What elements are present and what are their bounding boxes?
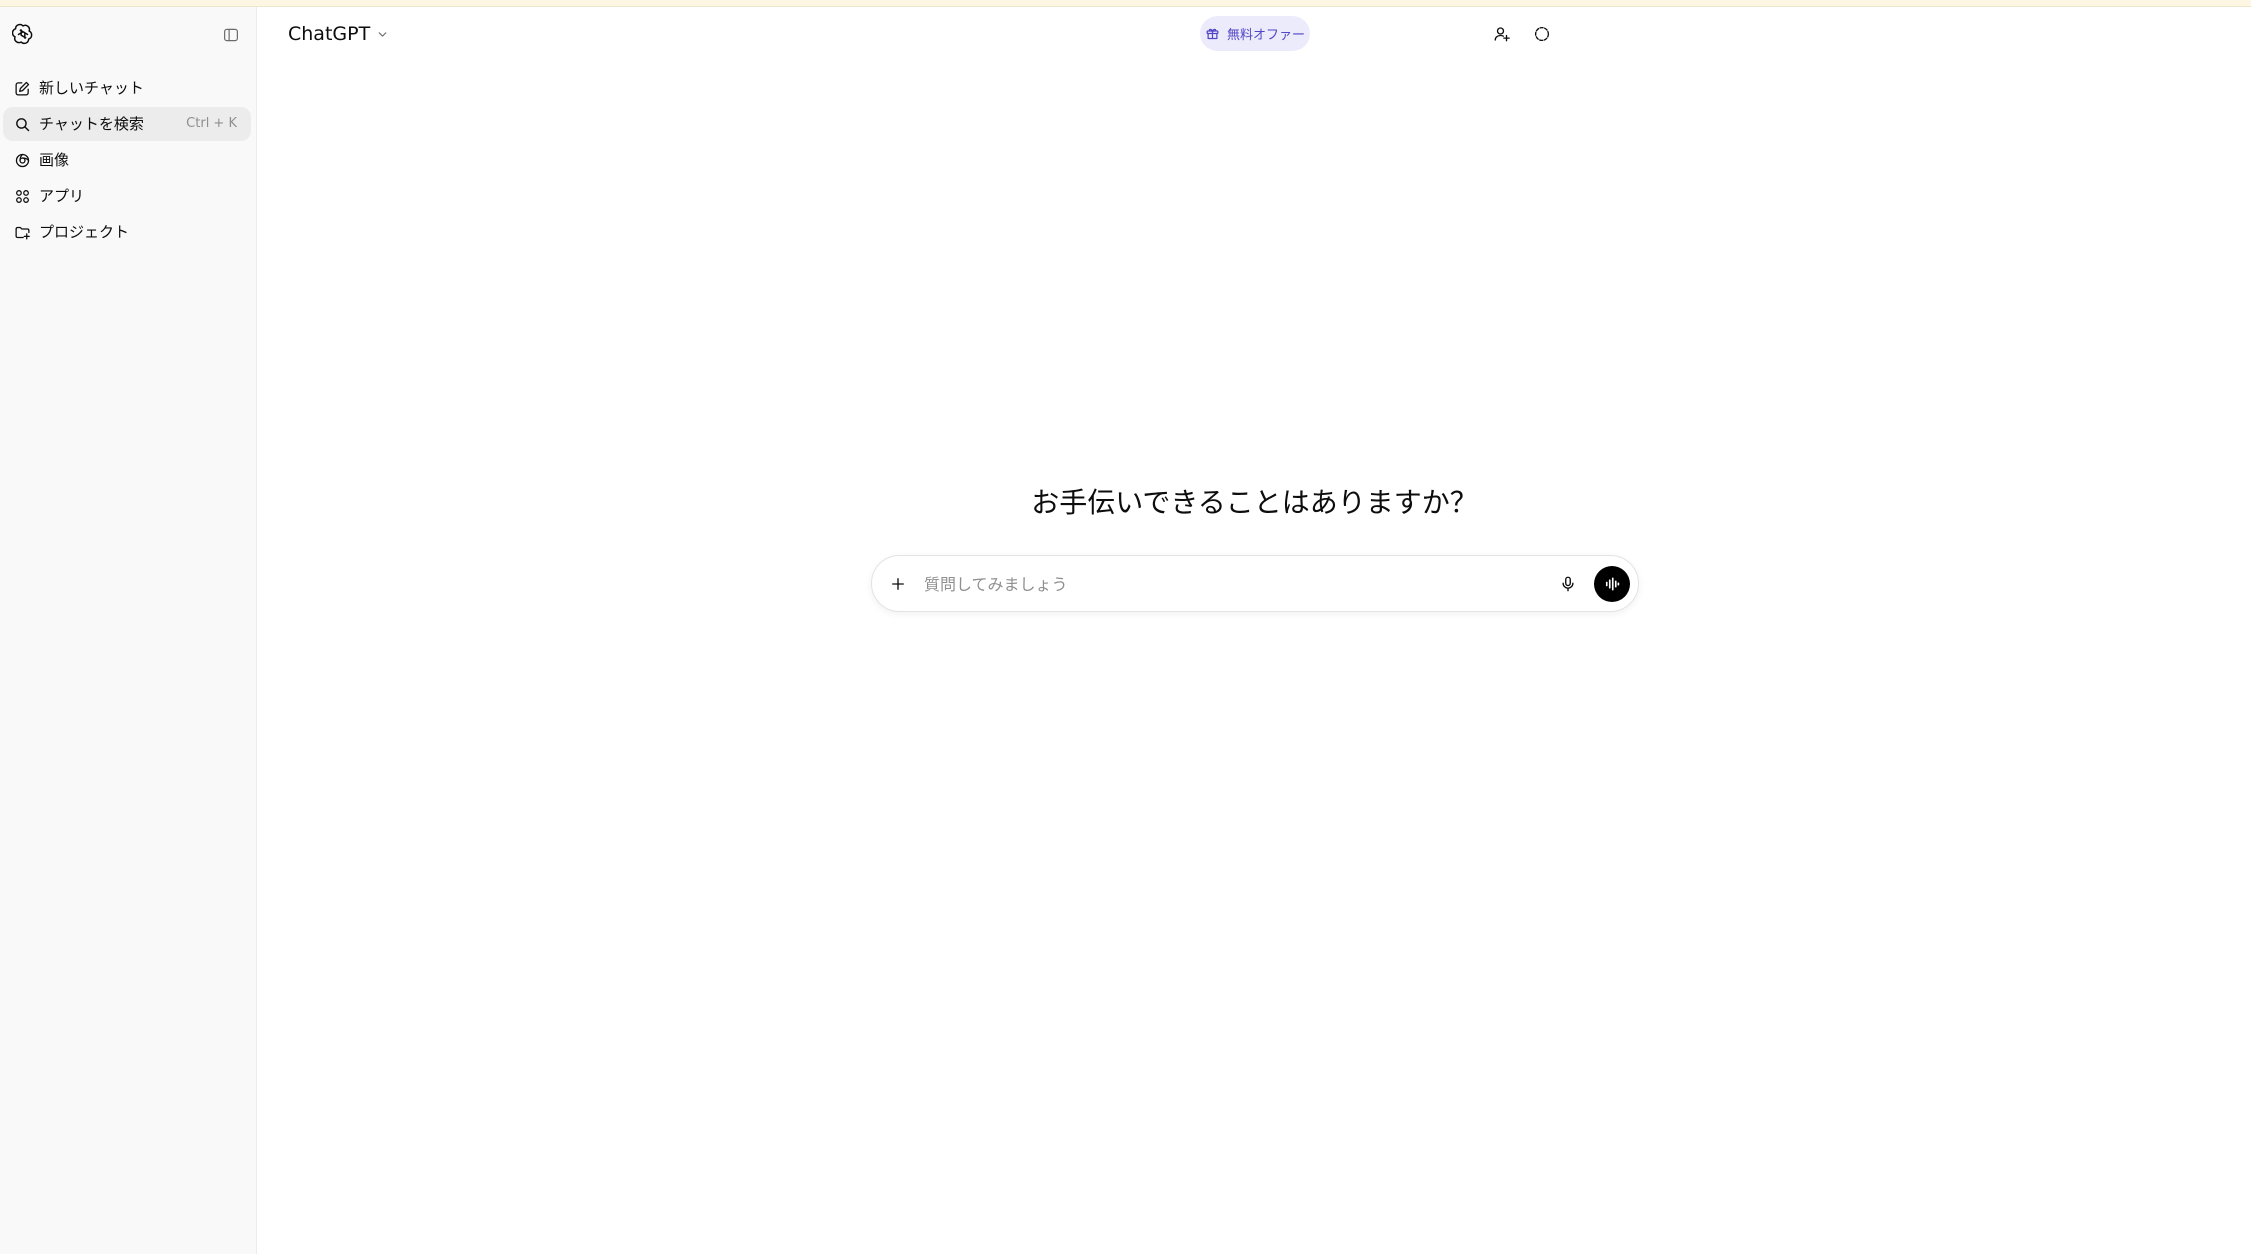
top-notification-strip	[0, 0, 2251, 7]
sidebar-header	[0, 7, 257, 59]
voice-mode-button[interactable]	[1594, 566, 1630, 602]
search-icon	[13, 115, 31, 133]
microphone-icon	[1562, 576, 1574, 592]
sidebar-toggle-icon[interactable]	[220, 24, 242, 46]
plus-icon	[892, 578, 904, 590]
free-offer-button[interactable]: 無料オファー	[1200, 16, 1310, 51]
sidebar-item-label: アプリ	[39, 187, 85, 205]
gift-icon	[1205, 26, 1221, 42]
sidebar-item-label: プロジェクト	[39, 223, 130, 241]
add-person-icon[interactable]	[1491, 23, 1513, 45]
free-offer-label: 無料オファー	[1226, 28, 1305, 43]
prompt-composer	[871, 555, 1639, 612]
sidebar-item-label: 新しいチャット	[39, 79, 144, 97]
folder-icon	[13, 223, 31, 241]
sidebar-item-search-chats[interactable]: チャットを検索 Ctrl + K	[3, 107, 251, 141]
sidebar-item-label: 画像	[39, 151, 70, 169]
image-icon	[13, 151, 31, 169]
temporary-chat-icon[interactable]	[1531, 23, 1553, 45]
sidebar-item-apps[interactable]: アプリ	[3, 179, 251, 213]
apps-icon	[13, 187, 31, 205]
sidebar-nav: 新しいチャット チャットを検索 Ctrl + K 画像 アプリ プロジェクト	[3, 71, 251, 251]
welcome-heading: お手伝いできることはありますか？	[1031, 486, 1478, 519]
waveform-icon	[1605, 577, 1620, 591]
sidebar: 新しいチャット チャットを検索 Ctrl + K 画像 アプリ プロジェクト	[0, 7, 257, 1254]
model-name: ChatGPT	[288, 23, 371, 45]
top-header: ChatGPT 無料オファー	[258, 7, 2251, 59]
openai-logo-icon[interactable]	[11, 22, 35, 46]
prompt-input[interactable]	[924, 570, 1524, 598]
model-selector[interactable]: ChatGPT	[288, 19, 396, 49]
chevron-down-icon	[376, 27, 390, 41]
dictate-button[interactable]	[1556, 572, 1580, 596]
add-attachment-button[interactable]	[886, 572, 910, 596]
sidebar-item-label: チャットを検索	[39, 115, 144, 133]
edit-icon	[13, 79, 31, 97]
sidebar-item-new-chat[interactable]: 新しいチャット	[3, 71, 251, 105]
keyboard-shortcut: Ctrl + K	[186, 116, 237, 131]
sidebar-item-images[interactable]: 画像	[3, 143, 251, 177]
sidebar-item-projects[interactable]: プロジェクト	[3, 215, 251, 249]
